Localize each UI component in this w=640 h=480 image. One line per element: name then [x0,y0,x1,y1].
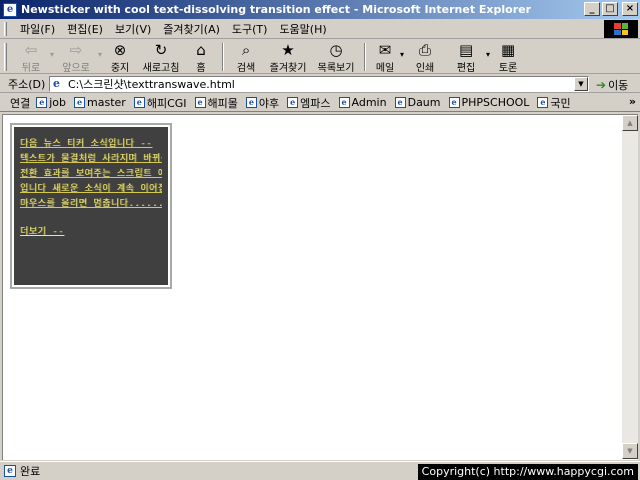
menu-file[interactable]: 파일(F) [14,21,61,37]
menu-tools[interactable]: 도구(T) [226,21,274,37]
history-button[interactable]: ◷ 목록보기 [312,40,360,74]
link-page-icon: e [448,97,460,108]
address-dropdown-button[interactable]: ▼ [574,77,588,91]
mail-icon: ✉ [378,41,392,59]
newsticker-box[interactable]: 다음 뉴스 티커 소식입니다 -- 텍스트가 물결처럼 사라지며 바뀌는 전환 … [14,127,168,285]
edit-document-icon: ▤ [458,41,474,59]
address-field[interactable]: e ▼ [49,76,589,92]
maximize-button[interactable]: □ [602,2,618,16]
link-page-icon: e [74,97,86,108]
scroll-down-button[interactable]: ▼ [622,443,638,459]
go-arrow-icon: ➔ [596,78,607,92]
discuss-button[interactable]: ▦ 토론 [490,40,526,74]
stop-button[interactable]: ⊗ 중지 [102,40,138,74]
link-page-icon: e [287,97,299,108]
history-icon: ◷ [329,41,343,59]
link-page-icon: e [537,97,549,108]
link-phpschool[interactable]: e PHPSCHOOL [448,96,529,109]
link-page-icon: e [245,97,257,108]
menu-grip[interactable] [4,22,7,36]
toolbar-separator [222,43,225,71]
ticker-more-link[interactable]: 더보기 -- [20,225,162,240]
search-icon: ⌕ [241,41,251,59]
windows-logo [604,20,638,38]
refresh-button[interactable]: ↻ 새로고침 [138,40,184,74]
links-overflow-chevron[interactable]: » [629,95,636,108]
status-text: 완료 [20,465,41,478]
ie-app-icon[interactable]: e [3,2,17,17]
window-title: Newsticker with cool text-dissolving tra… [21,3,532,16]
close-button[interactable]: × [622,2,638,16]
window-controls: _ □ × [584,2,638,16]
toolbar-grip[interactable] [4,43,7,71]
favorites-button[interactable]: ★ 즐겨찾기 [264,40,312,74]
home-icon: ⌂ [196,41,206,59]
status-bar: e 완료 Copyright(c) http://www.happycgi.co… [0,461,640,480]
back-button[interactable]: ⇦ 뒤로 [12,40,50,74]
page-icon: e [53,77,60,90]
scroll-up-button[interactable]: ▲ [622,115,638,131]
menu-help[interactable]: 도움말(H) [273,21,332,37]
title-bar: e Newsticker with cool text-dissolving t… [0,0,640,19]
toolbar-separator [364,43,367,71]
menu-bar: 파일(F) 편집(E) 보기(V) 즐겨찾기(A) 도구(T) 도움말(H) [0,19,640,39]
link-page-icon: e [36,97,48,108]
ticker-line[interactable]: 입니다 새로운 소식이 계속 이어집니다 [20,182,162,197]
link-page-icon: e [194,97,206,108]
minimize-button[interactable]: _ [584,2,600,16]
standard-toolbar: ⇦ 뒤로 ▾ ⇨ 앞으로 ▾ ⊗ 중지 ↻ 새로고침 ⌂ 홈 ⌕ 검색 ★ 즐겨… [0,40,640,74]
menu-favorites[interactable]: 즐겨찾기(A) [157,21,226,37]
print-button[interactable]: ⎙ 인쇄 [404,40,446,74]
link-empas[interactable]: e 엠파스 [287,95,331,111]
address-label: 주소(D) [8,77,46,91]
page-content: 다음 뉴스 티커 소식입니다 -- 텍스트가 물결처럼 사라지며 바뀌는 전환 … [2,114,638,460]
link-happycgi[interactable]: e 해피CGI [133,95,187,111]
link-admin[interactable]: e Admin [338,96,387,109]
mail-button[interactable]: ✉ 메일 [370,40,400,74]
go-label: 이동 [608,79,629,92]
back-arrow-icon: ⇦ [24,41,38,59]
ticker-line[interactable]: 텍스트가 물결처럼 사라지며 바뀌는 [20,152,162,167]
link-page-icon: e [394,97,406,108]
favorites-icon: ★ [281,41,295,59]
address-bar: 주소(D) e ▼ ➔ 이동 [0,75,640,93]
go-button[interactable]: ➔ 이동 [596,77,628,93]
forward-button[interactable]: ⇨ 앞으로 [54,40,98,74]
link-page-icon: e [338,97,350,108]
windows-flag-icon [614,23,628,35]
ticker-line[interactable]: 다음 뉴스 티커 소식입니다 -- [20,137,162,152]
search-button[interactable]: ⌕ 검색 [228,40,264,74]
refresh-icon: ↻ [154,41,168,59]
address-input[interactable] [68,77,568,91]
menu-edit[interactable]: 편집(E) [61,21,109,37]
menu-view[interactable]: 보기(V) [109,21,157,37]
links-label: 연결 [10,96,31,110]
vertical-scrollbar[interactable]: ▲ ▼ [622,115,638,459]
forward-arrow-icon: ⇨ [69,41,83,59]
stop-icon: ⊗ [113,41,127,59]
newsticker-frame: 다음 뉴스 티커 소식입니다 -- 텍스트가 물결처럼 사라지며 바뀌는 전환 … [10,123,172,289]
discuss-icon: ▦ [500,41,516,59]
ticker-line[interactable]: 마우스를 올리면 멈춥니다...... [20,197,162,212]
home-button[interactable]: ⌂ 홈 [184,40,218,74]
ticker-line[interactable]: 전환 효과를 보여주는 스크립트 예제 [20,167,162,182]
link-kookmin[interactable]: e 국민 [537,95,571,111]
link-page-icon: e [133,97,145,108]
links-bar: 연결 e job e master e 해피CGI e 해피몰 e 야후 e 엠파스 e Ad… [0,94,640,112]
link-happymall[interactable]: e 해피몰 [194,95,238,111]
link-job[interactable]: e job [36,96,66,109]
printer-icon: ⎙ [419,41,432,59]
edit-button[interactable]: ▤ 편집 [446,40,486,74]
link-master[interactable]: e master [74,96,126,109]
status-page-icon: e [4,465,16,477]
link-yahoo[interactable]: e 야후 [245,95,279,111]
copyright-banner: Copyright(c) http://www.happycgi.com [417,464,638,480]
link-daum[interactable]: e Daum [394,96,441,109]
